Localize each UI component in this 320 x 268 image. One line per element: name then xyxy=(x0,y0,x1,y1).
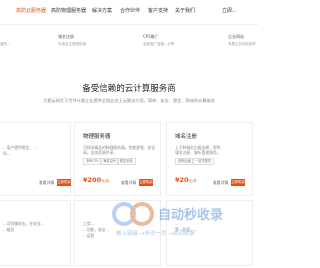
product-buy-button[interactable]: 立即购买 xyxy=(231,179,245,186)
top-card-cps[interactable]: CPS推广 全新推广返佣...分享 xyxy=(143,34,195,66)
nav-item-solutions[interactable]: 解决方案 xyxy=(92,7,112,14)
product-desc: 所... xyxy=(3,151,11,156)
top-card-desc: 优选名注册超优惠 xyxy=(58,42,86,46)
product-buy-button[interactable]: 立即购买 xyxy=(139,179,153,186)
product-desc: 域名注册、解析管理服务。 xyxy=(175,150,221,155)
top-card-desc: 高防... xyxy=(0,42,11,46)
top-nav: 高防云服务器 高防物理服务器 解决方案 合作伙伴 客户支持 关于我们 立即... xyxy=(0,0,258,25)
product-more-link[interactable]: 查看详情 xyxy=(39,180,54,186)
product-tag: 稳定系统 xyxy=(117,158,136,165)
product-tag: 多种后缀 xyxy=(175,158,194,165)
section-title: 备受信赖的云计算服务商 xyxy=(82,84,176,94)
product-price: ¥20元/年 xyxy=(175,176,197,184)
nav-item-support[interactable]: 客户支持 xyxy=(148,7,168,14)
product-desc: 高，告别资源共享。 xyxy=(83,150,118,155)
product-card-cloud[interactable]: ...用户提供稳定、... 所... 查看详情 立即购买 xyxy=(0,122,71,196)
nav-item-partners[interactable]: 合作伙伴 xyxy=(120,7,140,14)
top-card-title: 企业网站 xyxy=(228,34,244,39)
watermark-title: 自动秒收录 xyxy=(158,207,223,223)
top-card-title: 域名注册 xyxy=(58,34,74,39)
top-card-1[interactable]: 高防... xyxy=(0,34,52,66)
top-cards: 高防... 域名注册 优选名注册超优惠 CPS推广 全新推广返佣...分享 企业… xyxy=(0,34,280,68)
top-card-domain[interactable]: 域名注册 优选名注册超优惠 xyxy=(58,34,110,66)
top-card-website[interactable]: 企业网站 专属企业网站制作 xyxy=(228,34,280,66)
product-tag: 一站式服务 xyxy=(192,158,214,165)
watermark-subtitle: 做上链接 →来访一次 →自动收录 xyxy=(116,229,195,237)
product-buy-button[interactable]: 立即购买 xyxy=(57,179,71,186)
top-card-title: CPS推广 xyxy=(143,34,159,39)
nav-login-button[interactable]: 立即... xyxy=(222,7,237,14)
product-card-ddos[interactable]: ...可防御攻击，在安全... ...服务 xyxy=(0,200,71,266)
nav-item-physical[interactable]: 高防物理服务器 xyxy=(51,7,86,14)
nav-item-cloud[interactable]: 高防云服务器 xyxy=(16,7,46,14)
watermark: 自动秒收录 做上链接 →来访一次 →自动收录 xyxy=(110,198,258,264)
product-card-physical[interactable]: 物理服务器 可独享精选的物理服务器。性能更强、安全 高，告别资源共享。 多种CP… xyxy=(74,122,161,196)
product-title: 域名注册 xyxy=(175,134,198,140)
product-tag: 海量空间 xyxy=(100,158,119,165)
nav-item-about[interactable]: 关于我们 xyxy=(175,7,195,14)
product-more-link[interactable]: 查看详情 xyxy=(213,180,228,186)
watermark-logo-icon: 自动秒收录 做上链接 →来访一次 →自动收录 xyxy=(112,202,223,237)
product-desc: ...运营 xyxy=(83,233,95,238)
product-title: 物理服务器 xyxy=(83,134,111,140)
product-card-domain[interactable]: 域名注册 上万种域名后缀选择，提供 域名注册、解析管理服务。 多种后缀 一站式服… xyxy=(166,122,253,196)
section-subtitle: 主题云网大于为并计量企业提供全链业务上云解决方案，简单、安全、稳定、高效的计算服… xyxy=(43,98,215,103)
top-card-desc: 全新推广返佣...分享 xyxy=(143,42,175,46)
product-more-link[interactable]: 查看详情 xyxy=(121,180,136,186)
product-price: ¥200元/月 xyxy=(83,176,110,184)
product-desc: ...服务 xyxy=(3,227,15,232)
top-card-desc: 专属企业网站制作 xyxy=(228,42,256,46)
